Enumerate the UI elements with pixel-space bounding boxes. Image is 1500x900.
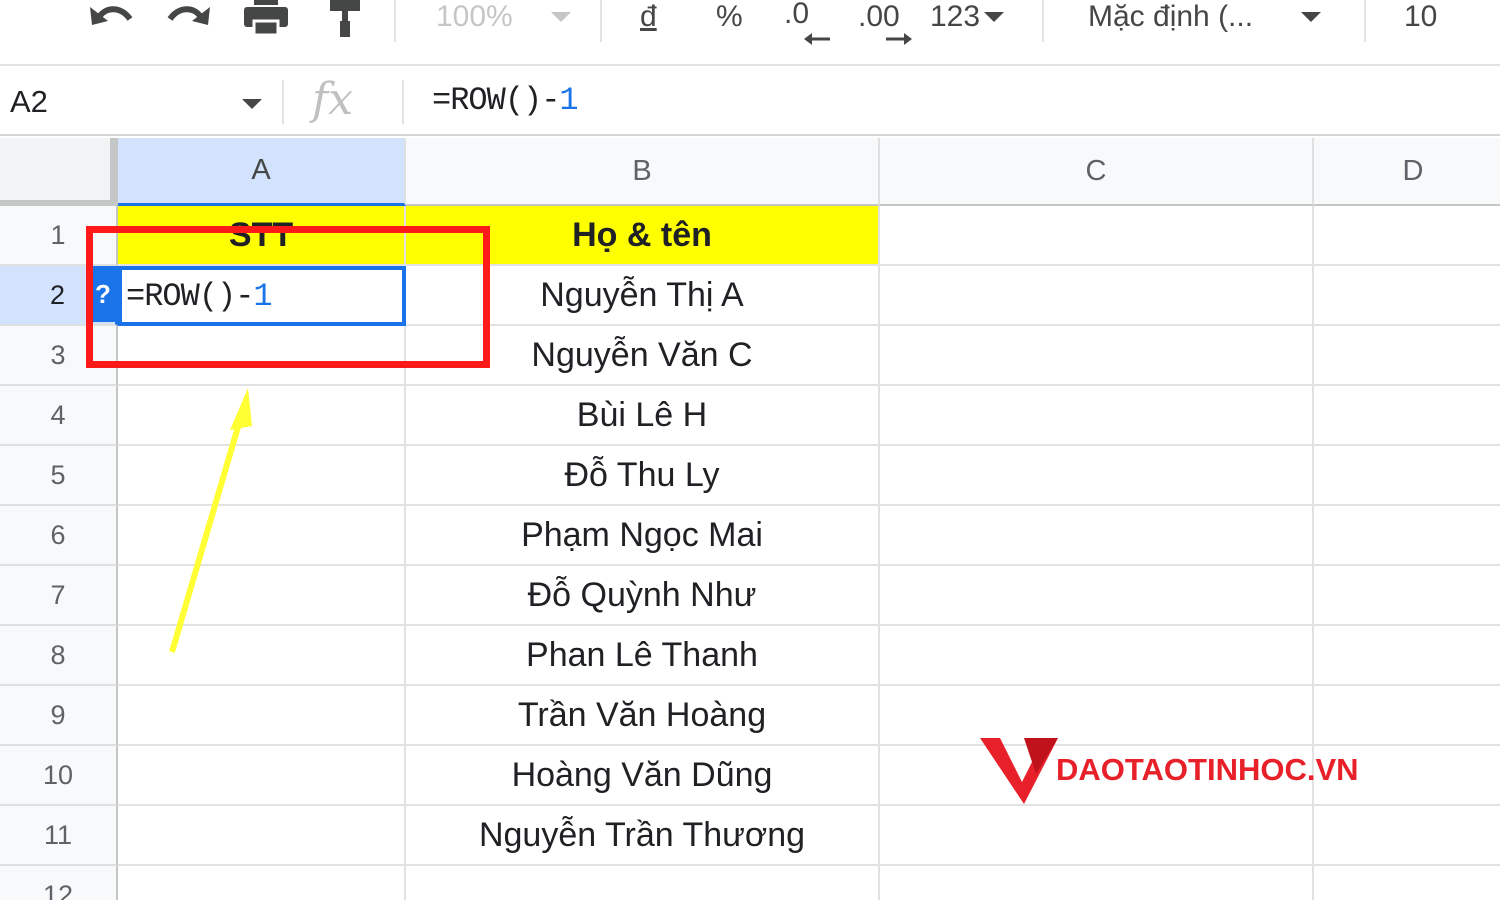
watermark-text: DAOTAOTINHOC.VN bbox=[1056, 752, 1359, 787]
